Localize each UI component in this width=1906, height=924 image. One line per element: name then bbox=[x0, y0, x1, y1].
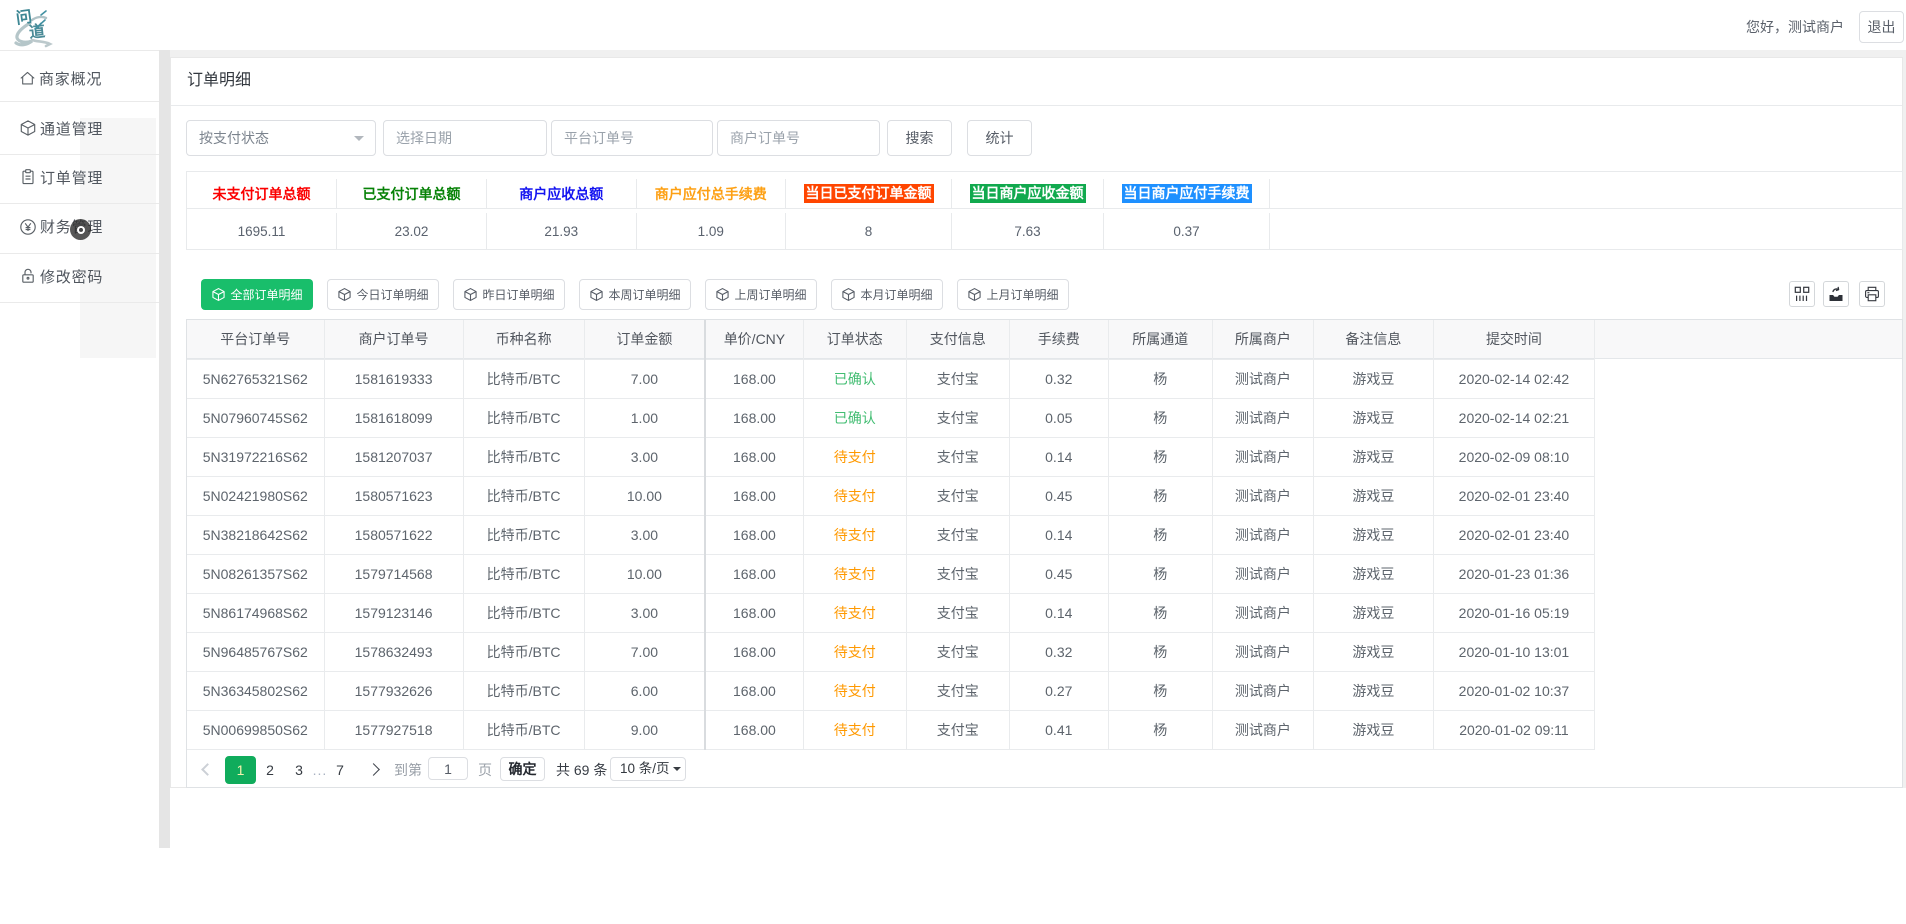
svg-text:道: 道 bbox=[28, 21, 46, 42]
